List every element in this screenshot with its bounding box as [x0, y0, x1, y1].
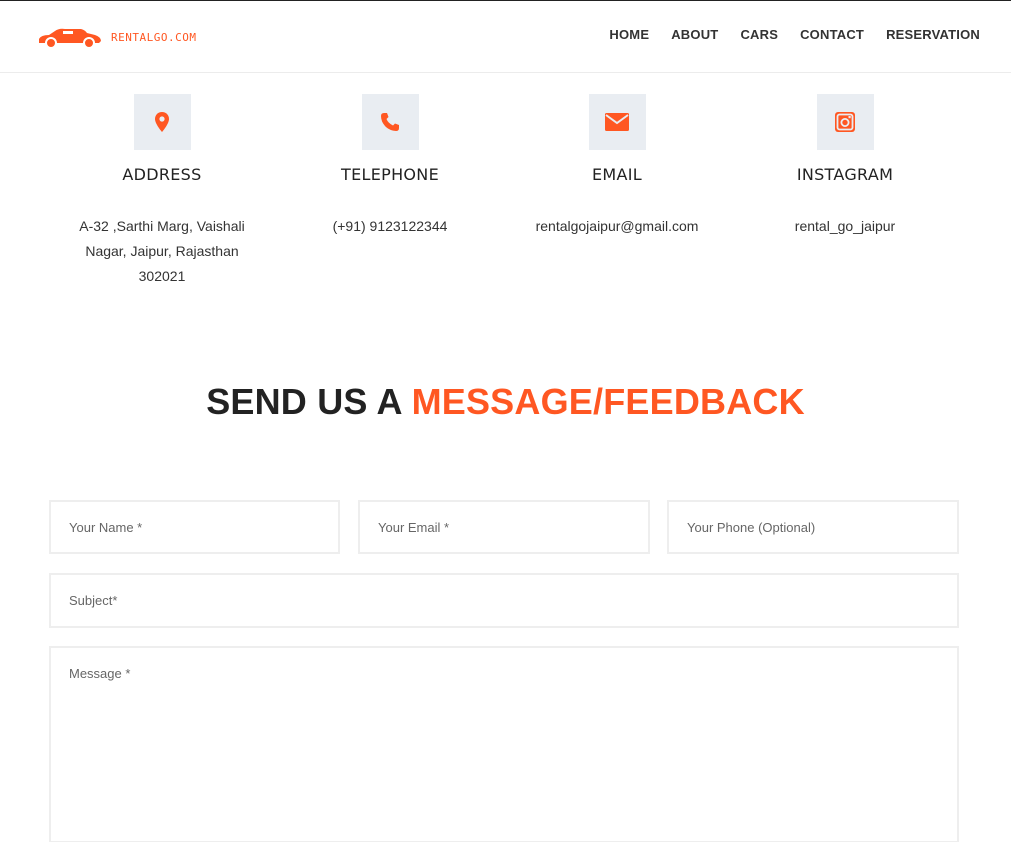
- map-pin-icon: [133, 94, 191, 150]
- instagram-icon: [816, 94, 874, 150]
- name-input[interactable]: [49, 500, 340, 554]
- nav-home[interactable]: HOME: [609, 27, 649, 42]
- nav-reservation[interactable]: RESERVATION: [886, 27, 980, 42]
- form-heading-accent: MESSAGE/FEEDBACK: [411, 381, 805, 422]
- message-textarea[interactable]: [49, 646, 959, 842]
- email-input[interactable]: [358, 500, 650, 554]
- nav-contact[interactable]: CONTACT: [800, 27, 864, 42]
- email-text[interactable]: rentalgojaipur@gmail.com: [517, 214, 717, 239]
- address-text: A-32 ,Sarthi Marg, Vaishali Nagar, Jaipu…: [79, 218, 245, 284]
- car-logo-icon: [39, 28, 101, 48]
- instagram-title: INSTAGRAM: [796, 165, 894, 184]
- logo[interactable]: RENTALGO.COM: [37, 26, 196, 48]
- subject-input[interactable]: [49, 573, 959, 628]
- site-header: RENTALGO.COM HOME ABOUT CARS CONTACT RES…: [0, 1, 1011, 73]
- form-heading: SEND US A MESSAGE/FEEDBACK: [0, 381, 1011, 423]
- nav-about[interactable]: ABOUT: [671, 27, 718, 42]
- nav-cars[interactable]: CARS: [740, 27, 778, 42]
- phone-input[interactable]: [667, 500, 959, 554]
- telephone-title: TELEPHONE: [341, 165, 439, 184]
- address-title: ADDRESS: [122, 165, 202, 184]
- form-heading-dark: SEND US A: [206, 381, 402, 422]
- phone-icon: [361, 94, 419, 150]
- contact-telephone: TELEPHONE (+91) 9123122344: [290, 94, 490, 239]
- envelope-icon: [588, 94, 646, 150]
- main-nav: HOME ABOUT CARS CONTACT RESERVATION: [609, 27, 980, 42]
- contact-instagram: INSTAGRAM rental_go_jaipur: [745, 94, 945, 239]
- instagram-text[interactable]: rental_go_jaipur: [745, 214, 945, 239]
- email-title: EMAIL: [592, 165, 642, 184]
- telephone-text[interactable]: (+91) 9123122344: [290, 214, 490, 239]
- logo-text: RENTALGO.COM: [111, 30, 197, 44]
- contact-email: EMAIL rentalgojaipur@gmail.com: [517, 94, 717, 239]
- contact-address: ADDRESS A-32 ,Sarthi Marg, Vaishali Naga…: [62, 94, 262, 289]
